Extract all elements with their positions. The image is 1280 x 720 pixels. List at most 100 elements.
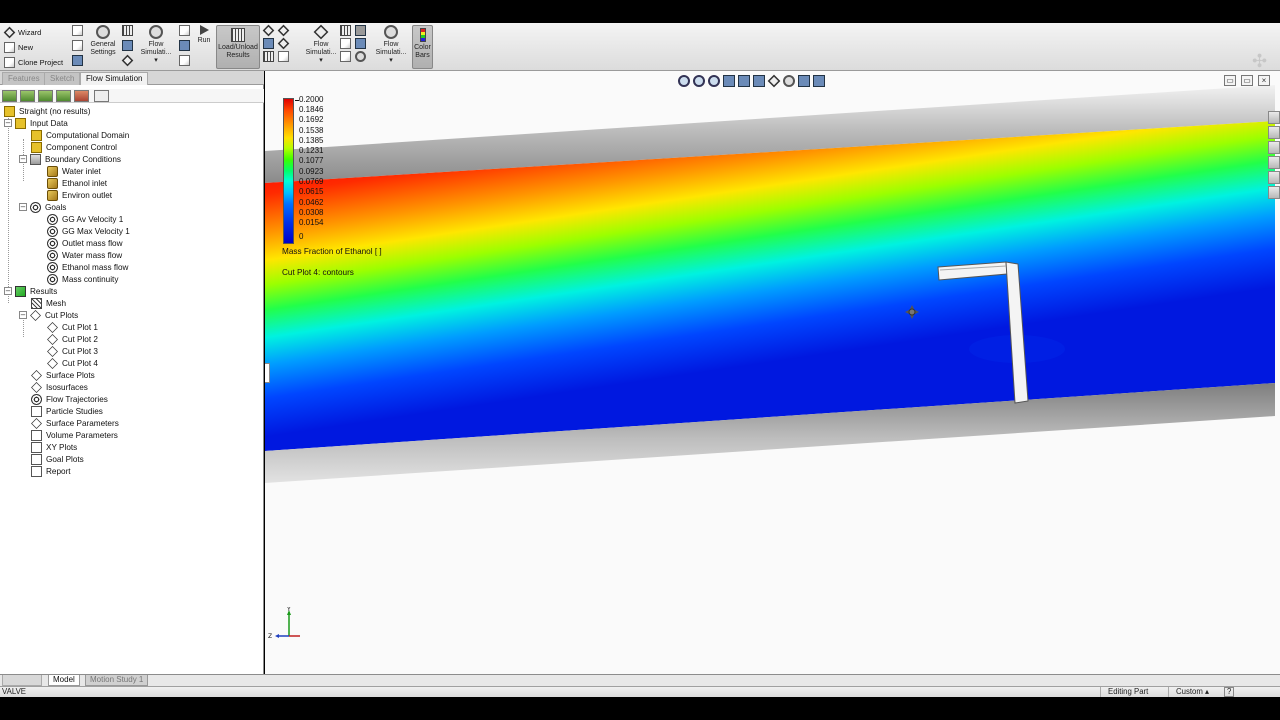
domain-tool-icon[interactable]	[122, 40, 133, 51]
collapse-icon[interactable]: −	[19, 203, 27, 211]
isosurface-tool-icon[interactable]	[263, 38, 274, 49]
tab-sketch[interactable]: Sketch	[44, 72, 81, 85]
tree-item-report[interactable]: Report	[31, 465, 71, 477]
view-settings-icon[interactable]	[813, 75, 825, 87]
tree-item-volume-parameters[interactable]: Volume Parameters	[31, 429, 118, 441]
tab-scroll-arrows[interactable]	[2, 675, 42, 686]
tree-item-particle-studies[interactable]: Particle Studies	[31, 405, 103, 417]
collapse-icon[interactable]: −	[4, 119, 12, 127]
tree-item-cut-plot-3[interactable]: Cut Plot 3	[47, 345, 98, 357]
tree-item-cut-plots[interactable]: − Cut Plots	[19, 309, 78, 321]
tree-item-isosurfaces[interactable]: Isosurfaces	[31, 381, 88, 393]
appearances-tab-icon[interactable]	[1268, 171, 1280, 184]
properties-icon[interactable]	[72, 40, 83, 51]
tree-item-boundary-conditions[interactable]: − Boundary Conditions	[19, 153, 121, 165]
display-manager-icon[interactable]	[74, 90, 89, 102]
restore-icon[interactable]: ▭	[1224, 75, 1236, 86]
wizard-button[interactable]: Wizard	[3, 25, 63, 40]
tree-item-results[interactable]: − Results	[4, 285, 57, 297]
tree-item-cut-plot-2[interactable]: Cut Plot 2	[47, 333, 98, 345]
zoom-to-area-icon[interactable]	[693, 75, 705, 87]
clone-project-button[interactable]: Clone Project	[4, 55, 63, 70]
flow-simulation-dropdown-2[interactable]: Flow Simulati... ▾	[304, 24, 338, 65]
panel-splitter-handle[interactable]	[265, 363, 270, 383]
tree-item-computational-domain[interactable]: Computational Domain	[31, 129, 129, 141]
zoom-to-fit-icon[interactable]	[678, 75, 690, 87]
tree-item-environ-outlet[interactable]: Environ outlet	[47, 189, 112, 201]
feature-manager-icon[interactable]	[2, 90, 17, 102]
display-tool-icon[interactable]	[340, 25, 351, 36]
tree-item-ethanol-mass-flow[interactable]: Ethanol mass flow	[47, 261, 128, 273]
tab-model[interactable]: Model	[48, 675, 80, 686]
display-style-icon[interactable]	[753, 75, 765, 87]
unit-system-dropdown[interactable]: Custom ▴	[1176, 687, 1209, 697]
batch-run-icon[interactable]	[179, 40, 190, 51]
tree-item-cut-plot-1[interactable]: Cut Plot 1	[47, 321, 98, 333]
tree-item-gg-max-velocity[interactable]: GG Max Velocity 1	[47, 225, 130, 237]
tree-item-component-control[interactable]: Component Control	[31, 141, 117, 153]
view-scheme-icon[interactable]	[355, 38, 366, 49]
customize-icon[interactable]	[72, 55, 83, 66]
design-library-tab-icon[interactable]	[1268, 126, 1280, 139]
mesh-tool-icon[interactable]	[122, 25, 133, 36]
flow-simulation-dropdown-3[interactable]: Flow Simulati... ▾	[373, 25, 409, 65]
run-button[interactable]: Run	[195, 25, 213, 45]
collapse-icon[interactable]: −	[19, 155, 27, 163]
tab-motion-study[interactable]: Motion Study 1	[85, 675, 149, 686]
xy-plot-tool-icon[interactable]	[263, 51, 274, 62]
tree-item-flow-trajectories[interactable]: Flow Trajectories	[31, 393, 108, 405]
general-settings-button[interactable]: General Settings	[88, 25, 118, 57]
close-icon[interactable]: ×	[1258, 75, 1270, 86]
options-gear-icon[interactable]	[355, 51, 366, 62]
flow-simulation-dropdown-1[interactable]: Flow Simulati... ▾	[138, 25, 174, 65]
tree-item-ethanol-inlet[interactable]: Ethanol inlet	[47, 177, 107, 189]
tile-icon[interactable]: ▭	[1241, 75, 1253, 86]
color-bars-button[interactable]: Color Bars	[412, 25, 433, 69]
tree-item-surface-parameters[interactable]: Surface Parameters	[31, 417, 119, 429]
tree-item-gg-av-velocity[interactable]: GG Av Velocity 1	[47, 213, 123, 225]
load-unload-results-button[interactable]: Load/Unload Results	[216, 25, 260, 69]
edit-appearance-icon[interactable]	[783, 75, 795, 87]
edit-scheme-icon[interactable]	[340, 38, 351, 49]
flow-analysis-tree-icon[interactable]	[94, 90, 109, 102]
tree-item-input-data[interactable]: − Input Data	[4, 117, 68, 129]
custom-properties-tab-icon[interactable]	[1268, 186, 1280, 199]
tree-item-xy-plots[interactable]: XY Plots	[31, 441, 77, 453]
tree-item-mesh[interactable]: Mesh	[31, 297, 66, 309]
view-palette-tab-icon[interactable]	[1268, 156, 1280, 169]
tree-item-water-inlet[interactable]: Water inlet	[47, 165, 101, 177]
pressed-display-icon[interactable]	[355, 25, 366, 36]
report-tool-icon[interactable]	[278, 51, 289, 62]
collapse-icon[interactable]: −	[19, 311, 27, 319]
tree-item-goal-plots[interactable]: Goal Plots	[31, 453, 84, 465]
hide-show-items-icon[interactable]	[767, 74, 781, 88]
goal-tool-icon[interactable]	[121, 54, 134, 67]
apply-scene-icon[interactable]	[798, 75, 810, 87]
previous-view-icon[interactable]	[708, 75, 720, 87]
settings-scheme-icon[interactable]	[340, 51, 351, 62]
tab-flow-simulation[interactable]: Flow Simulation	[80, 72, 149, 85]
graphics-viewport[interactable]: ▭ ▭ × 0.2000 0.1846 0.1692 0.1538 0.1385…	[265, 71, 1280, 674]
tree-item-surface-plots[interactable]: Surface Plots	[31, 369, 95, 381]
view-orientation-icon[interactable]	[738, 75, 750, 87]
solver-monitor-icon[interactable]	[179, 25, 190, 36]
configuration-manager-icon[interactable]	[38, 90, 53, 102]
tree-item-water-mass-flow[interactable]: Water mass flow	[47, 249, 122, 261]
cut-plot-tool-icon[interactable]	[262, 24, 275, 37]
help-icon[interactable]: ?	[1224, 687, 1235, 697]
section-view-icon[interactable]	[723, 75, 735, 87]
file-explorer-tab-icon[interactable]	[1268, 141, 1280, 154]
surface-plot-tool-icon[interactable]	[277, 24, 290, 37]
new-button[interactable]: New	[4, 40, 63, 55]
dimxpert-manager-icon[interactable]	[56, 90, 71, 102]
resources-tab-icon[interactable]	[1268, 111, 1280, 124]
tree-item-outlet-mass-flow[interactable]: Outlet mass flow	[47, 237, 123, 249]
tree-item-goals[interactable]: − Goals	[19, 201, 66, 213]
tree-item-cut-plot-4[interactable]: Cut Plot 4	[47, 357, 98, 369]
edit-doc-icon[interactable]	[72, 25, 83, 36]
tree-root[interactable]: Straight (no results)	[4, 105, 90, 117]
property-manager-icon[interactable]	[20, 90, 35, 102]
calc-icon[interactable]	[179, 55, 190, 66]
trajectory-tool-icon[interactable]	[277, 37, 290, 50]
tab-features[interactable]: Features	[2, 72, 46, 85]
